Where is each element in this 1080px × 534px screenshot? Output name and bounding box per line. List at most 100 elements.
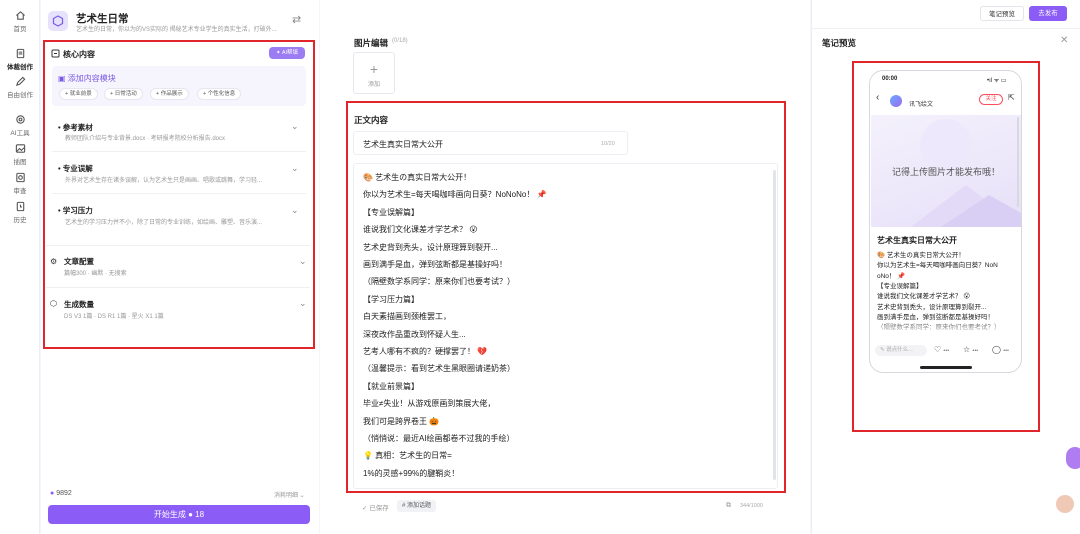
chevron-down-icon[interactable]: ⌄ bbox=[291, 205, 299, 216]
add-module-box bbox=[52, 66, 306, 106]
ai-tool-icon bbox=[15, 115, 25, 124]
phone-line: 谁说我们文化课差才学艺术？ 😮 bbox=[877, 293, 971, 301]
add-topic-button[interactable]: # 添加话题 bbox=[397, 500, 437, 512]
title-char-count: 10/20 bbox=[601, 141, 615, 147]
add-module-title[interactable]: ▣ 添加内容模块 bbox=[58, 73, 116, 84]
upload-hint: 记得上传图片才能发布哦！ bbox=[891, 167, 1000, 177]
cube-icon bbox=[52, 15, 64, 27]
chip-personal[interactable]: + 个性化信息 bbox=[197, 88, 242, 100]
section-misunderstanding-title[interactable]: • 专业误解 bbox=[58, 163, 93, 174]
image-edit-title: 图片编辑 bbox=[354, 38, 389, 48]
rail-item-illustration[interactable]: 插图 bbox=[0, 143, 40, 166]
star-icon: ☆ bbox=[963, 345, 971, 354]
phone-scrollbar bbox=[1017, 117, 1019, 207]
preview-title: 笔记预览 bbox=[822, 38, 857, 48]
article-config-title[interactable]: 文章配置 bbox=[64, 256, 94, 267]
rail-item-label: 审查 bbox=[13, 188, 27, 195]
home-icon bbox=[15, 11, 25, 20]
share-icon[interactable]: ⇱ bbox=[1008, 93, 1015, 102]
ai-fill-button[interactable]: ✦ AI帮填 bbox=[269, 47, 305, 59]
chevron-down-icon[interactable]: ⌄ bbox=[291, 163, 299, 174]
section-pressure-title[interactable]: • 学习压力 bbox=[58, 205, 93, 216]
publish-button[interactable]: 去发布 bbox=[1029, 6, 1067, 21]
chevron-down-icon[interactable]: ⌄ bbox=[299, 298, 307, 309]
add-image-label: 添加 bbox=[367, 82, 380, 88]
image-icon bbox=[15, 144, 25, 153]
assistant-float-icon[interactable] bbox=[1066, 447, 1080, 469]
swap-icon[interactable]: ⇄ bbox=[292, 13, 301, 26]
consume-detail-link[interactable]: 消耗明细 ⌄ bbox=[274, 490, 305, 499]
body-line: 毕业≠失业！从游戏原画到策展大佬， bbox=[363, 399, 496, 409]
section-misunderstanding-desc: 外界对艺术生存在诸多误解，认为艺术生只是画画、唱歌或跳舞，学习轻... bbox=[65, 178, 263, 184]
phone-line: 艺术史背到秃头，设计原理算到裂开... bbox=[877, 303, 987, 311]
module-icon: ▣ bbox=[58, 74, 68, 83]
rail-item-review[interactable]: 审查 bbox=[0, 172, 40, 195]
favorite-button[interactable]: ☆ ••• bbox=[963, 345, 978, 354]
phone-line: 🎨 艺术生の真实日常大公开！ bbox=[877, 252, 965, 259]
rail-item-label: 插图 bbox=[13, 159, 27, 166]
image-count: (0/18) bbox=[392, 38, 408, 44]
body-char-count: 344/1000 bbox=[740, 503, 763, 509]
section-reference-desc: 教师团队介绍与专业背景.docx · 考研报考院校分析报告.docx bbox=[65, 136, 226, 142]
ai-fill-label: AI帮填 bbox=[281, 50, 299, 56]
rail-item-label: 体裁创作 bbox=[7, 64, 33, 71]
saved-status: ✓ 已保存 bbox=[362, 505, 389, 512]
body-line: 🎨 艺术生の真实日常大公开！ bbox=[363, 173, 472, 182]
note-preview-button[interactable]: 笔记预览 bbox=[980, 6, 1024, 21]
divider bbox=[811, 28, 1080, 29]
body-line: 【专业误解篇】 bbox=[363, 207, 419, 217]
rail-item-label: 历史 bbox=[13, 217, 27, 224]
rail-item-label: 自由创作 bbox=[7, 92, 33, 99]
body-line: 💡 真相：艺术生的日常= bbox=[363, 451, 452, 461]
chip-career[interactable]: + 就业前景 bbox=[59, 88, 98, 100]
rail-item-history[interactable]: 历史 bbox=[0, 201, 40, 224]
add-image-button[interactable]: + 添加 bbox=[353, 52, 395, 94]
rail-item-genre[interactable]: 体裁创作 bbox=[0, 48, 40, 71]
back-icon[interactable]: ‹ bbox=[876, 92, 879, 103]
chip-daily[interactable]: + 日常活动 bbox=[104, 88, 143, 100]
divider bbox=[46, 245, 310, 246]
body-line: 你以为艺术生=每天喝咖啡画向日葵？NoNoNo！ 📌 bbox=[363, 190, 547, 200]
note-title-value: 艺术生真实日常大公开 bbox=[363, 140, 443, 149]
chevron-down-icon[interactable]: ⌄ bbox=[299, 256, 307, 267]
body-line: 【就业前景篇】 bbox=[363, 381, 419, 391]
rail-item-free[interactable]: 自由创作 bbox=[0, 76, 40, 99]
follow-button[interactable]: 关注 bbox=[979, 94, 1003, 105]
divider bbox=[52, 193, 306, 194]
phone-status-icons: •ıl ᯤ ▭ bbox=[987, 78, 1007, 84]
rail-item-ai-tool[interactable]: AI工具 bbox=[0, 114, 40, 137]
plus-icon: + bbox=[369, 61, 379, 77]
body-line: （温馨提示：看到艺术生黑眼圈请递奶茶） bbox=[363, 364, 515, 374]
rail-item-home[interactable]: 首页 bbox=[0, 10, 40, 33]
copy-icon[interactable]: ⧉ bbox=[726, 502, 731, 510]
chip-works[interactable]: + 作品展示 bbox=[150, 88, 189, 100]
phone-line: 你以为艺术生=每天喝咖啡画向日葵？NoN bbox=[877, 262, 998, 270]
like-button[interactable]: ♡ ••• bbox=[934, 345, 949, 354]
body-line: 深夜改作品重改到怀疑人生... bbox=[363, 329, 466, 339]
core-content-title: 核心内容 bbox=[63, 50, 95, 59]
document-icon bbox=[16, 48, 24, 59]
comment-input[interactable]: ✎ 说点什么... bbox=[875, 345, 927, 356]
chat-icon: ◯ bbox=[992, 345, 1001, 354]
phone-line: oNo！ 📌 bbox=[877, 272, 906, 280]
section-pressure-desc: 艺术生的学习压力并不小，除了日常的专业训练，如绘画、雕塑、音乐演... bbox=[65, 220, 263, 226]
phone-note-title: 艺术生真实日常大公开 bbox=[877, 236, 957, 245]
body-line: 我们可是跨界卷王 🎃 bbox=[363, 416, 440, 426]
article-config-desc: 篇幅300 · 幽默 · 无搜索 bbox=[64, 271, 127, 277]
add-module-label: 添加内容模块 bbox=[67, 74, 116, 83]
divider bbox=[52, 151, 306, 152]
phone-line: 【专业误解篇】 bbox=[877, 282, 923, 290]
settings-icon: ⚙ bbox=[50, 257, 58, 266]
gen-count-title[interactable]: 生成数量 bbox=[64, 299, 94, 310]
avatar[interactable] bbox=[1056, 495, 1074, 513]
close-icon[interactable]: ✕ bbox=[1060, 35, 1068, 46]
chevron-down-icon[interactable]: ⌄ bbox=[291, 121, 299, 132]
body-line: 画到满手是血，弹到弦断都是基操好吗！ bbox=[363, 260, 507, 269]
cube-small-icon: ⬡ bbox=[50, 299, 57, 308]
heart-icon: ♡ bbox=[934, 345, 942, 354]
body-scrollbar[interactable] bbox=[773, 170, 776, 480]
comment-button[interactable]: ◯ ••• bbox=[992, 345, 1009, 354]
section-reference-title[interactable]: • 参考素材 bbox=[58, 122, 93, 133]
generate-button[interactable]: 开始生成 ● 18 bbox=[48, 505, 310, 524]
body-line: 艺考人哪有不疯的？硬撑罢了！ 💔 bbox=[363, 347, 488, 356]
